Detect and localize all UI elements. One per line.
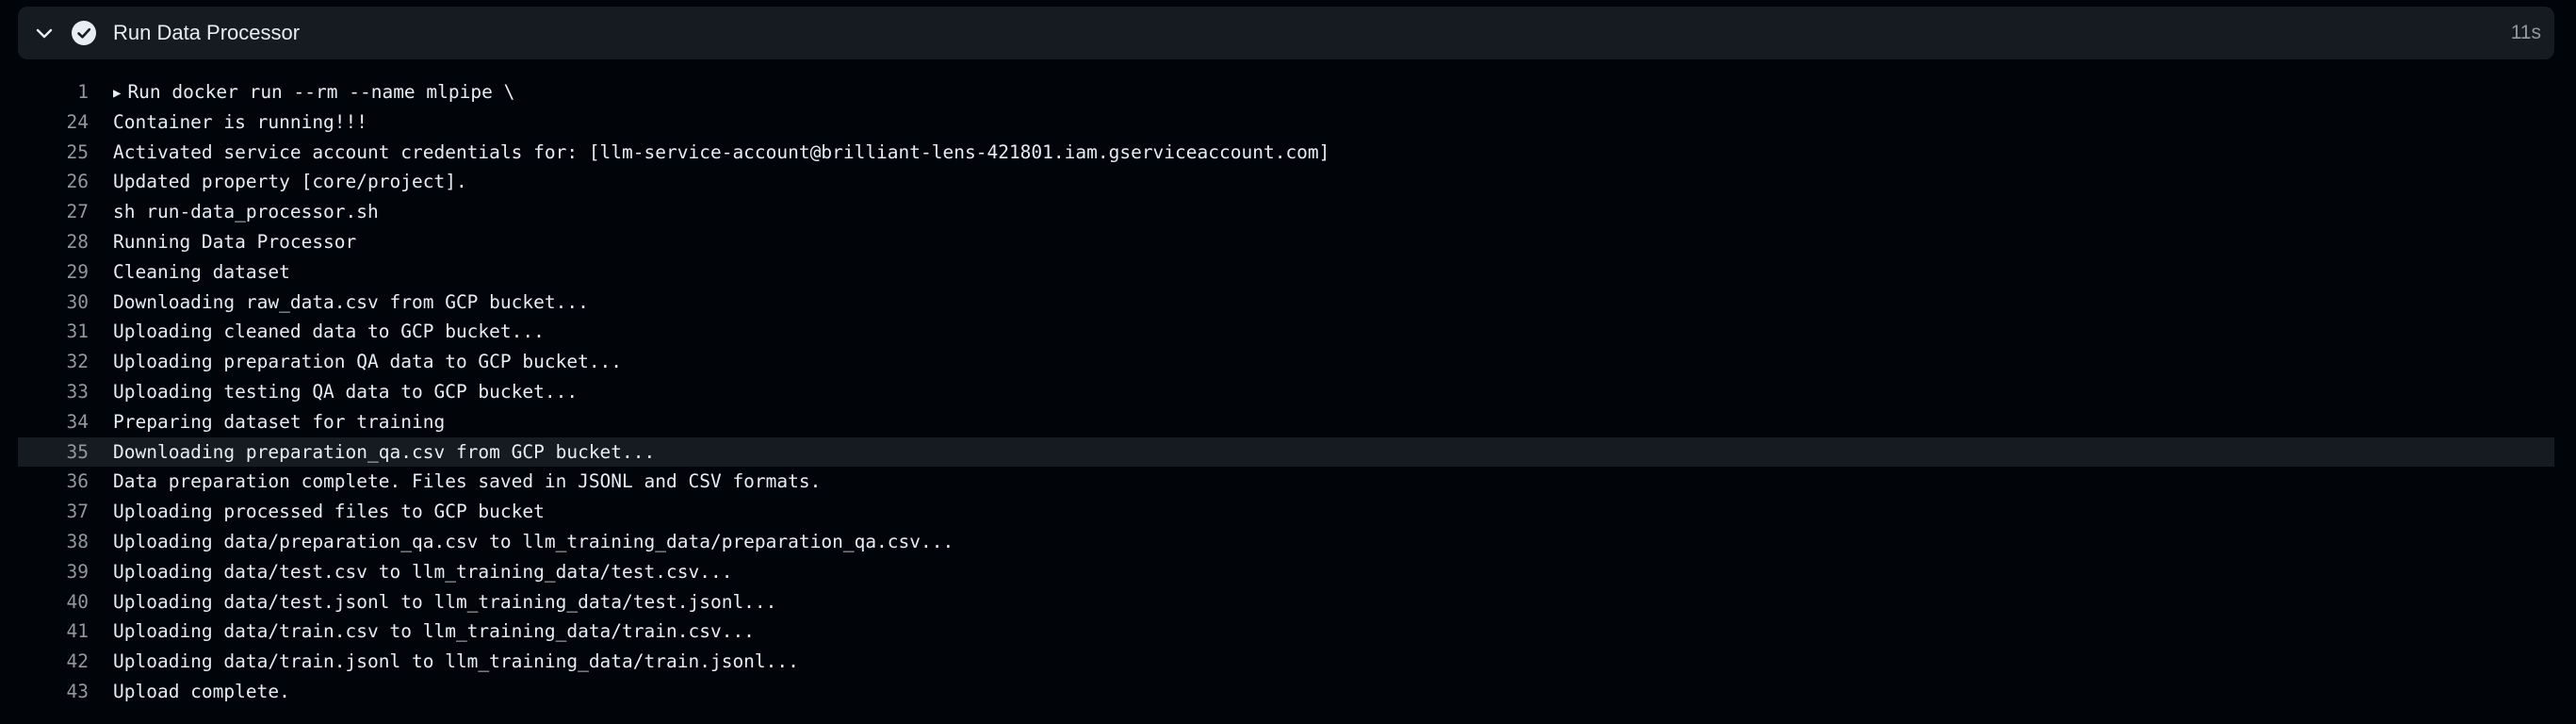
log-line-text: Uploading data/test.csv to llm_training_… [113,560,733,583]
log-line-text: Uploading data/preparation_qa.csv to llm… [113,530,954,552]
log-line-content: Data preparation complete. Files saved i… [113,467,821,497]
log-line[interactable]: 41 Uploading data/train.csv to llm_traini… [18,617,2554,647]
line-number[interactable]: 30 [18,288,89,318]
log-line[interactable]: 39 Uploading data/test.csv to llm_trainin… [18,557,2554,587]
log-line-text: Uploading data/train.csv to llm_training… [113,620,755,643]
log-line-text: Downloading raw_data.csv from GCP bucket… [113,290,589,313]
check-circle-icon [72,21,96,45]
log-line[interactable]: 32 Uploading preparation QA data to GCP b… [18,347,2554,377]
log-line[interactable]: 29 Cleaning dataset [18,257,2554,288]
line-number[interactable]: 25 [18,138,89,168]
log-line[interactable]: 28 Running Data Processor [18,227,2554,257]
log-line[interactable]: 26 Updated property [core/project]. [18,167,2554,197]
log-line-content: Updated property [core/project]. [113,167,467,197]
log-line-text: Data preparation complete. Files saved i… [113,470,822,493]
log-line[interactable]: 30 Downloading raw_data.csv from GCP buck… [18,288,2554,318]
line-number[interactable]: 39 [18,557,89,587]
log-line-text: Run docker run --rm --name mlpipe \ [127,81,515,103]
log-line[interactable]: 36 Data preparation complete. Files saved… [18,467,2554,497]
log-line[interactable]: 25 Activated service account credentials … [18,138,2554,168]
chevron-down-icon[interactable] [33,22,56,44]
log-line-content: Container is running!!! [113,107,367,138]
log-line[interactable]: 27 sh run-data_processor.sh [18,197,2554,227]
log-line-content: Uploading data/preparation_qa.csv to llm… [113,527,954,557]
log-line-content: Downloading raw_data.csv from GCP bucket… [113,288,589,318]
step-duration: 11s [2510,22,2541,43]
log-line-content: Uploading data/test.jsonl to llm_trainin… [113,587,776,617]
log-line-content: Activated service account credentials fo… [113,138,1329,168]
log-line-text: Cleaning dataset [113,260,290,283]
step-title: Run Data Processor [113,21,301,44]
log-line[interactable]: 35 Downloading preparation_qa.csv from GC… [18,436,2554,468]
log-line[interactable]: 31 Uploading cleaned data to GCP bucket..… [18,317,2554,347]
log-line-content: sh run-data_processor.sh [113,197,379,227]
log-line-content: ▶ Run docker run --rm --name mlpipe \ [113,77,514,109]
log-line-text: Uploading processed files to GCP bucket [113,501,545,523]
line-number[interactable]: 40 [18,587,89,617]
line-number[interactable]: 41 [18,617,89,647]
log-line-text: Uploading preparation QA data to GCP buc… [113,351,623,373]
log-line-content: Upload complete. [113,677,290,707]
log-line[interactable]: 1 ▶ Run docker run --rm --name mlpipe \ [18,77,2554,107]
log-output: 1 ▶ Run docker run --rm --name mlpipe \ 24 C… [18,77,2554,707]
log-line[interactable]: 40 Uploading data/test.jsonl to llm_train… [18,587,2554,617]
log-line-content: Preparing dataset for training [113,407,445,437]
log-line[interactable]: 33 Uploading testing QA data to GCP bucke… [18,377,2554,407]
line-number[interactable]: 27 [18,197,89,227]
log-line-content: Running Data Processor [113,227,356,257]
log-line-text: Downloading preparation_qa.csv from GCP … [113,440,656,463]
log-line-text: Preparing dataset for training [113,410,446,433]
line-number[interactable]: 1 [18,77,89,107]
log-line-content: Uploading testing QA data to GCP bucket.… [113,377,578,407]
log-line-content: Uploading data/test.csv to llm_training_… [113,557,732,587]
log-line[interactable]: 43 Upload complete. [18,677,2554,707]
line-number[interactable]: 35 [18,437,89,468]
expand-triangle-icon[interactable]: ▶ [113,79,121,109]
log-line-content: Uploading processed files to GCP bucket [113,497,545,527]
log-line-content: Cleaning dataset [113,257,290,288]
log-line-content: Uploading preparation QA data to GCP buc… [113,347,622,377]
log-line[interactable]: 37 Uploading processed files to GCP bucke… [18,497,2554,527]
log-line[interactable]: 34 Preparing dataset for training [18,407,2554,437]
line-number[interactable]: 33 [18,377,89,407]
log-line-text: Uploading data/test.jsonl to llm_trainin… [113,590,777,613]
log-line-text: Uploading testing QA data to GCP bucket.… [113,380,579,403]
log-line[interactable]: 38 Uploading data/preparation_qa.csv to l… [18,527,2554,557]
log-line-content: Uploading data/train.csv to llm_training… [113,617,755,647]
log-line-text: Container is running!!! [113,110,368,133]
line-number[interactable]: 26 [18,167,89,197]
line-number[interactable]: 32 [18,347,89,377]
log-line-text: Running Data Processor [113,230,357,253]
log-line-text: Uploading cleaned data to GCP bucket... [113,321,545,343]
log-line-content: Uploading data/train.jsonl to llm_traini… [113,647,799,677]
log-line-text: Updated property [core/project]. [113,171,467,193]
line-number[interactable]: 38 [18,527,89,557]
log-line[interactable]: 24 Container is running!!! [18,107,2554,138]
step-header[interactable]: Run Data Processor 11s [18,7,2554,59]
log-line-content: Downloading preparation_qa.csv from GCP … [113,437,655,468]
line-number[interactable]: 31 [18,317,89,347]
line-number[interactable]: 24 [18,107,89,138]
line-number[interactable]: 37 [18,497,89,527]
log-line-text: sh run-data_processor.sh [113,201,379,223]
log-line-content: Uploading cleaned data to GCP bucket... [113,317,545,347]
line-number[interactable]: 28 [18,227,89,257]
log-line-text: Activated service account credentials fo… [113,140,1330,163]
log-line-text: Uploading data/train.jsonl to llm_traini… [113,650,799,673]
line-number[interactable]: 29 [18,257,89,288]
log-line-text: Upload complete. [113,680,290,702]
line-number[interactable]: 34 [18,407,89,437]
log-line[interactable]: 42 Uploading data/train.jsonl to llm_trai… [18,647,2554,677]
line-number[interactable]: 43 [18,677,89,707]
line-number[interactable]: 42 [18,647,89,677]
line-number[interactable]: 36 [18,467,89,497]
